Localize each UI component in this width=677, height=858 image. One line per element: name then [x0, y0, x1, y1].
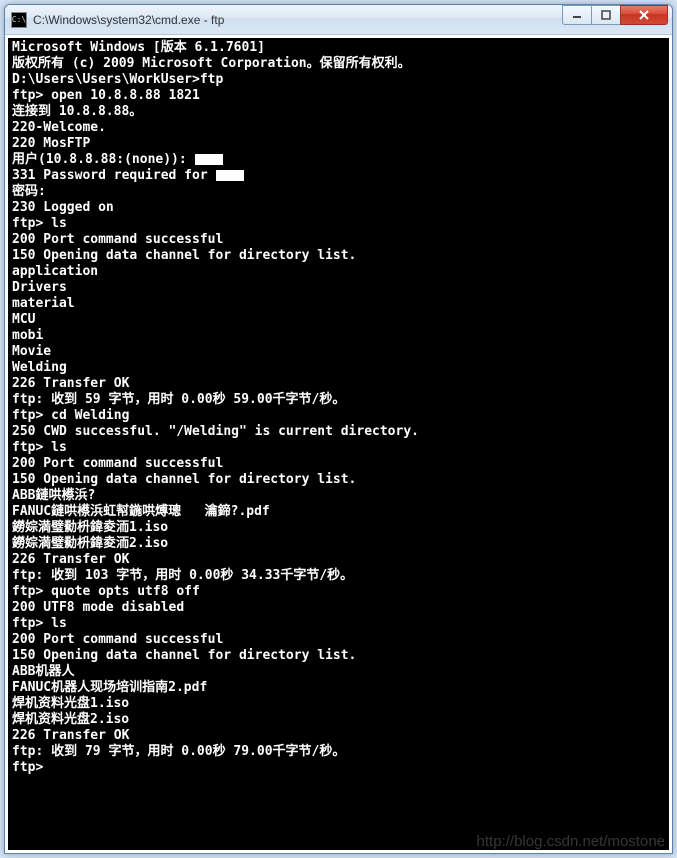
terminal-line: 连接到 10.8.8.88。	[12, 104, 665, 120]
terminal-line: 220-Welcome.	[12, 120, 665, 136]
terminal-line: ftp: 收到 79 字节，用时 0.00秒 79.00千字节/秒。	[12, 744, 665, 760]
terminal-line: 鐒婃満璧勬枡鍏夌洏1.iso	[12, 520, 665, 536]
terminal-line: 用户(10.8.8.88:(none)):	[12, 152, 665, 168]
terminal-line: 226 Transfer OK	[12, 376, 665, 392]
terminal-line: MCU	[12, 312, 665, 328]
titlebar[interactable]: C:\ C:\Windows\system32\cmd.exe - ftp	[5, 5, 672, 35]
window-controls	[563, 5, 668, 25]
terminal-line: mobi	[12, 328, 665, 344]
terminal-line: 150 Opening data channel for directory l…	[12, 472, 665, 488]
terminal-output[interactable]: Microsoft Windows [版本 6.1.7601]版权所有 (c) …	[8, 38, 669, 850]
terminal-line: ftp: 收到 59 字节，用时 0.00秒 59.00千字节/秒。	[12, 392, 665, 408]
terminal-line: ftp>	[12, 760, 665, 776]
terminal-line: ftp> cd Welding	[12, 408, 665, 424]
terminal-line: 230 Logged on	[12, 200, 665, 216]
terminal-line: 220 MosFTP	[12, 136, 665, 152]
terminal-line: FANUC鏈哄櫒浜虹幇鍦哄煿璁 瀹鍗?.pdf	[12, 504, 665, 520]
terminal-line: 版权所有 (c) 2009 Microsoft Corporation。保留所有…	[12, 56, 665, 72]
minimize-icon	[572, 10, 582, 20]
terminal-line: FANUC机器人现场培训指南2.pdf	[12, 680, 665, 696]
terminal-line: Microsoft Windows [版本 6.1.7601]	[12, 40, 665, 56]
terminal-line: 密码:	[12, 184, 665, 200]
terminal-line: Welding	[12, 360, 665, 376]
terminal-line: Movie	[12, 344, 665, 360]
terminal-client-area: Microsoft Windows [版本 6.1.7601]版权所有 (c) …	[5, 35, 672, 853]
maximize-icon	[601, 10, 611, 20]
cmd-window: C:\ C:\Windows\system32\cmd.exe - ftp Mi…	[4, 4, 673, 854]
terminal-line: 200 Port command successful	[12, 232, 665, 248]
close-icon	[638, 9, 650, 21]
terminal-line: ABB机器人	[12, 664, 665, 680]
terminal-line: ftp> open 10.8.8.88 1821	[12, 88, 665, 104]
terminal-line: ftp: 收到 103 字节，用时 0.00秒 34.33千字节/秒。	[12, 568, 665, 584]
terminal-line: 焊机资料光盘2.iso	[12, 712, 665, 728]
terminal-line: 150 Opening data channel for directory l…	[12, 248, 665, 264]
terminal-line: 200 Port command successful	[12, 632, 665, 648]
terminal-line: 鐒婃満璧勬枡鍏夌洏2.iso	[12, 536, 665, 552]
close-button[interactable]	[620, 5, 668, 25]
terminal-line: ftp> quote opts utf8 off	[12, 584, 665, 600]
terminal-line: 226 Transfer OK	[12, 728, 665, 744]
terminal-line: material	[12, 296, 665, 312]
terminal-line: 200 UTF8 mode disabled	[12, 600, 665, 616]
cmd-icon: C:\	[11, 12, 27, 28]
terminal-line: 331 Password required for	[12, 168, 665, 184]
terminal-line: Drivers	[12, 280, 665, 296]
terminal-line: 150 Opening data channel for directory l…	[12, 648, 665, 664]
terminal-line: 250 CWD successful. "/Welding" is curren…	[12, 424, 665, 440]
redacted-text	[195, 154, 223, 165]
terminal-line: ftp> ls	[12, 216, 665, 232]
terminal-line: ABB鏈哄櫒浜?	[12, 488, 665, 504]
minimize-button[interactable]	[562, 5, 592, 25]
terminal-line: 200 Port command successful	[12, 456, 665, 472]
terminal-line: 226 Transfer OK	[12, 552, 665, 568]
maximize-button[interactable]	[591, 5, 621, 25]
terminal-line: 焊机资料光盘1.iso	[12, 696, 665, 712]
terminal-line: ftp> ls	[12, 440, 665, 456]
redacted-text	[216, 170, 244, 181]
terminal-line: application	[12, 264, 665, 280]
terminal-line: ftp> ls	[12, 616, 665, 632]
window-title: C:\Windows\system32\cmd.exe - ftp	[33, 13, 563, 27]
terminal-line: D:\Users\Users\WorkUser>ftp	[12, 72, 665, 88]
